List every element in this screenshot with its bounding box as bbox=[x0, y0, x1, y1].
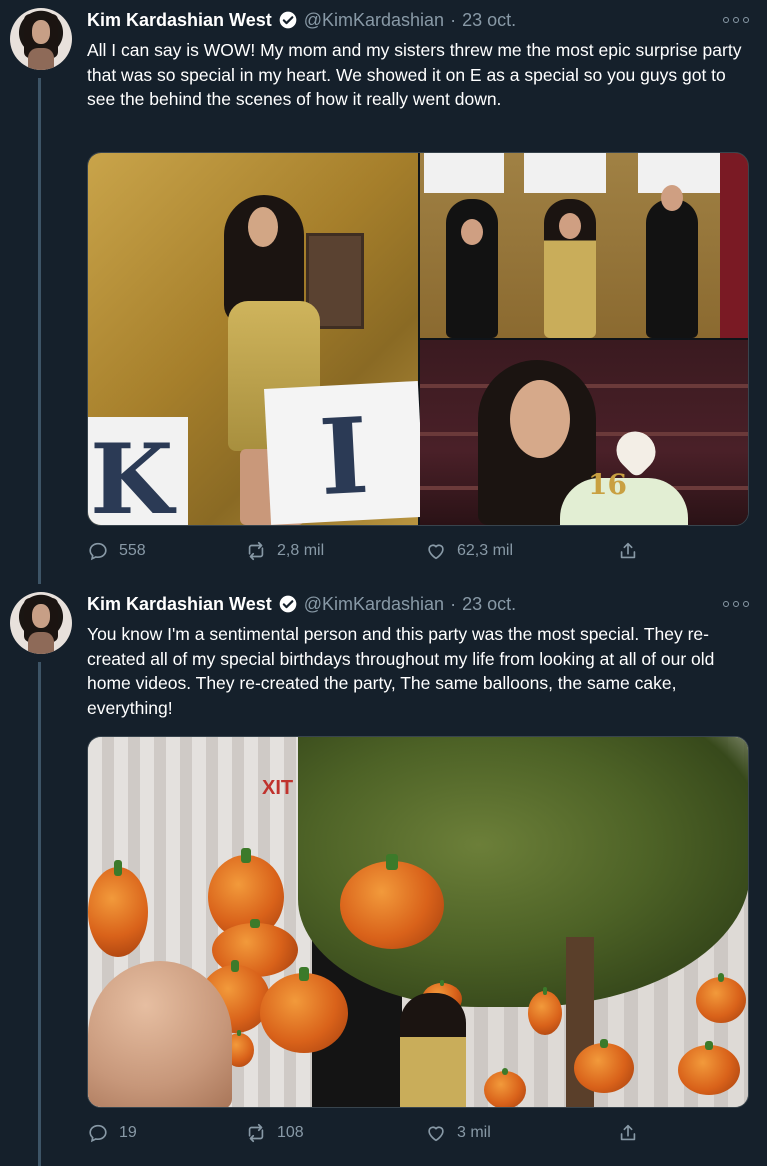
pumpkin-balloon bbox=[88, 859, 148, 957]
verified-icon bbox=[279, 595, 297, 613]
pumpkin-balloon bbox=[574, 1039, 634, 1093]
avatar[interactable] bbox=[10, 592, 72, 654]
tweet[interactable]: Kim Kardashian West @KimKardashian · 23 … bbox=[0, 584, 767, 1166]
retweet-button[interactable]: 2,8 mil bbox=[245, 540, 324, 562]
handle[interactable]: @KimKardashian bbox=[304, 594, 444, 615]
like-button[interactable]: 62,3 mil bbox=[425, 540, 513, 562]
like-count: 3 mil bbox=[457, 1124, 491, 1141]
exit-sign: XIT bbox=[262, 777, 294, 799]
pumpkin-balloon bbox=[696, 973, 746, 1023]
media-photo-1[interactable]: K I bbox=[88, 153, 425, 526]
verified-icon bbox=[279, 11, 297, 29]
share-icon bbox=[620, 542, 636, 559]
share-button[interactable] bbox=[617, 1122, 639, 1144]
pumpkin-balloon bbox=[340, 853, 444, 949]
display-name[interactable]: Kim Kardashian West bbox=[87, 594, 272, 615]
tweet-header: Kim Kardashian West @KimKardashian · 23 … bbox=[87, 8, 516, 32]
pumpkin-balloon bbox=[528, 987, 562, 1035]
tweet-date[interactable]: 23 oct. bbox=[462, 594, 516, 615]
tweet-media[interactable]: XIT bbox=[87, 736, 749, 1108]
separator: · bbox=[450, 593, 457, 614]
tweet-text: All I can say is WOW! My mom and my sist… bbox=[87, 40, 742, 109]
like-icon bbox=[428, 544, 444, 560]
sign-letter: I bbox=[316, 393, 372, 520]
media-photo-2[interactable] bbox=[420, 153, 748, 338]
display-name[interactable]: Kim Kardashian West bbox=[87, 10, 272, 31]
like-count: 62,3 mil bbox=[457, 542, 514, 559]
tweet-media[interactable]: K I 16 bbox=[87, 152, 749, 526]
sign-letter: K bbox=[90, 423, 174, 526]
retweet-icon bbox=[248, 541, 264, 561]
pumpkin-balloon bbox=[678, 1041, 740, 1095]
reply-icon bbox=[89, 1124, 107, 1143]
tweet[interactable]: Kim Kardashian West @KimKardashian · 23 … bbox=[0, 0, 767, 584]
reply-button[interactable]: 558 bbox=[87, 540, 146, 562]
separator: · bbox=[450, 9, 457, 30]
more-options-icon[interactable] bbox=[723, 597, 749, 611]
like-button[interactable]: 3 mil bbox=[425, 1122, 491, 1144]
retweet-icon bbox=[248, 1123, 264, 1143]
reply-icon bbox=[89, 542, 107, 561]
reply-count: 558 bbox=[119, 542, 146, 559]
tweet-date[interactable]: 23 oct. bbox=[462, 10, 516, 31]
reply-count: 19 bbox=[119, 1124, 137, 1141]
handle[interactable]: @KimKardashian bbox=[304, 10, 444, 31]
pumpkin-balloon bbox=[484, 1067, 526, 1107]
more-options-icon[interactable] bbox=[723, 13, 749, 27]
like-icon bbox=[428, 1126, 444, 1142]
retweet-count: 108 bbox=[277, 1124, 304, 1141]
tweet-actions: 19 108 3 mil bbox=[87, 1122, 647, 1146]
avatar[interactable] bbox=[10, 8, 72, 70]
retweet-count: 2,8 mil bbox=[277, 542, 325, 559]
tweet-actions: 558 2,8 mil 62,3 mil bbox=[87, 540, 647, 564]
pumpkin-balloon bbox=[260, 966, 348, 1053]
tweet-text: You know I'm a sentimental person and th… bbox=[87, 624, 715, 718]
media-photo-3[interactable]: 16 bbox=[420, 340, 748, 525]
retweet-button[interactable]: 108 bbox=[245, 1122, 304, 1144]
reply-button[interactable]: 19 bbox=[87, 1122, 137, 1144]
cake-number: 16 bbox=[588, 468, 627, 501]
media-photo[interactable]: XIT bbox=[88, 737, 748, 1107]
share-button[interactable] bbox=[617, 540, 639, 562]
share-icon bbox=[620, 1124, 636, 1141]
tweet-header: Kim Kardashian West @KimKardashian · 23 … bbox=[87, 592, 516, 616]
